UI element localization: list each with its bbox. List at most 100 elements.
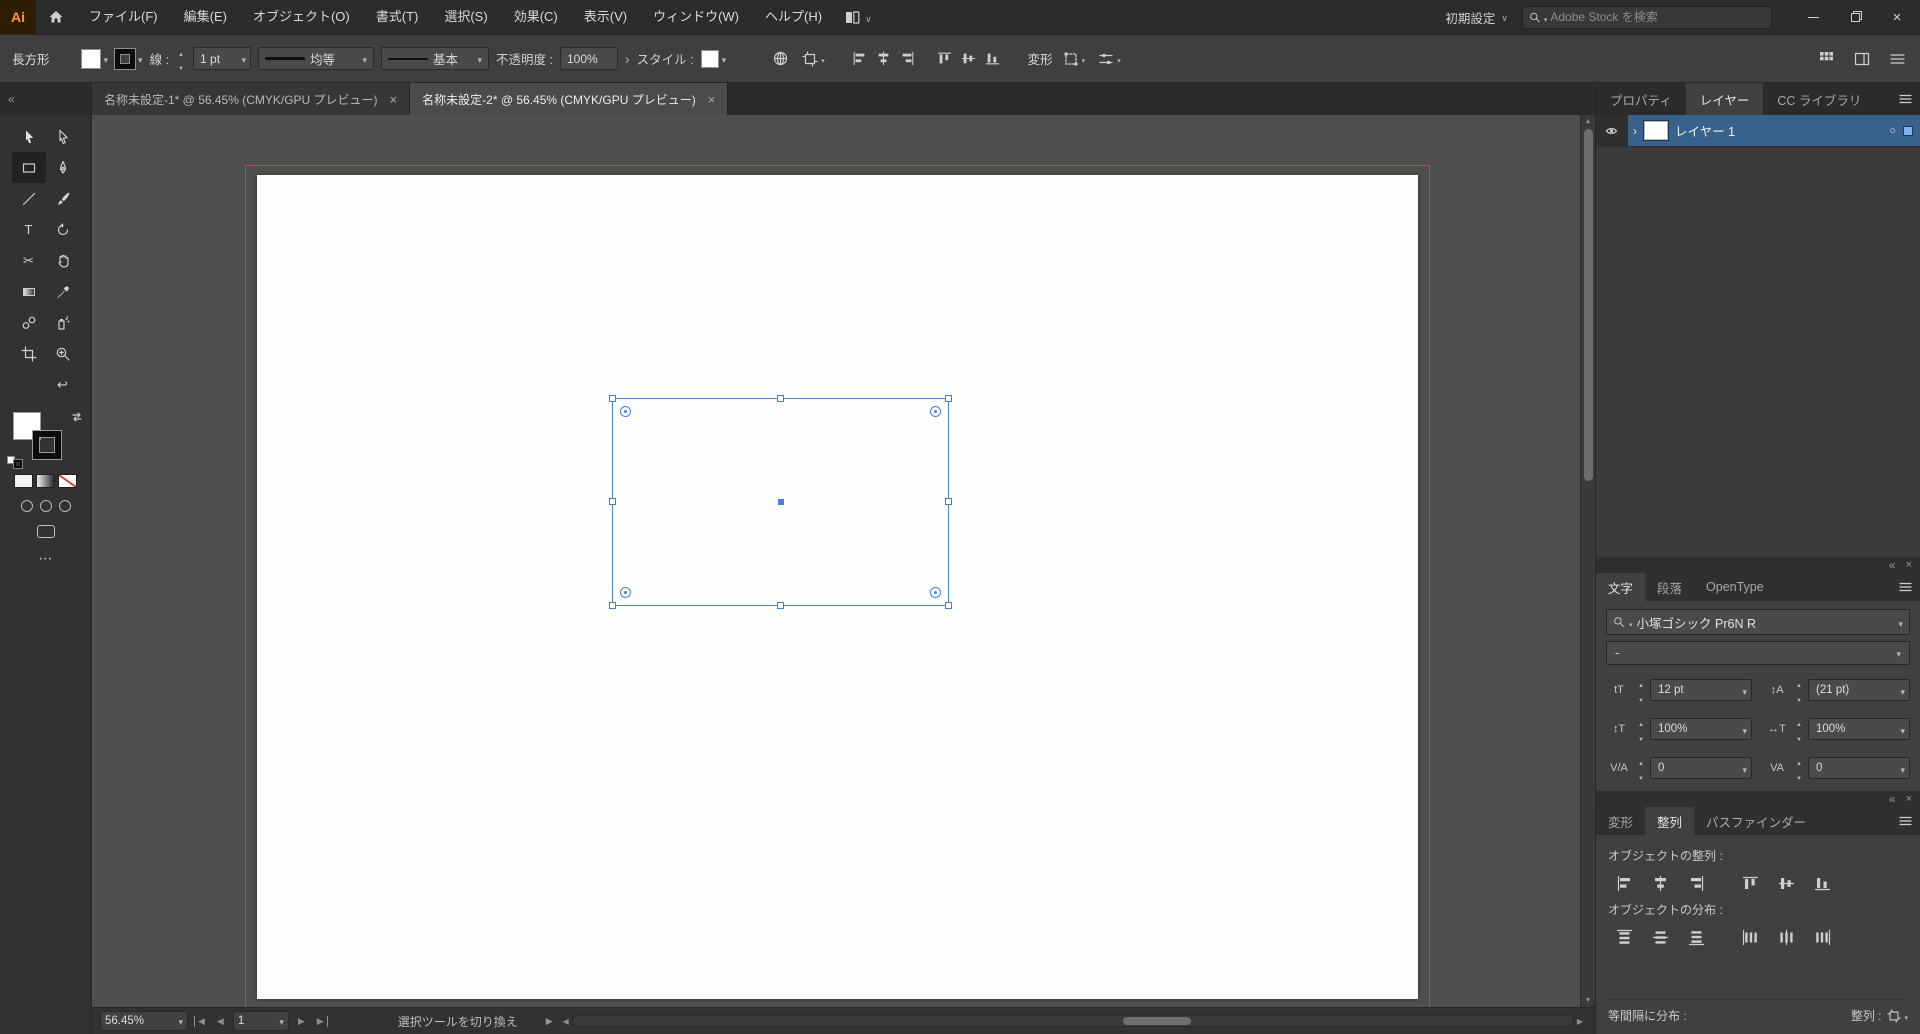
scissors-tool[interactable]: ✂: [12, 245, 46, 276]
corner-widget-sw[interactable]: [620, 587, 631, 598]
tab-align[interactable]: 整列: [1645, 807, 1695, 835]
align-horizontal-left-button[interactable]: [1608, 870, 1640, 897]
none-mode-button[interactable]: [58, 474, 77, 488]
horizontal-scroll-track[interactable]: [571, 1015, 1574, 1027]
stroke-weight-input[interactable]: [198, 51, 240, 66]
tab-properties[interactable]: プロパティ: [1596, 83, 1686, 115]
horizontal-scale-field[interactable]: [1808, 718, 1910, 740]
graphic-style-select[interactable]: [700, 49, 727, 68]
workspace-switcher[interactable]: 初期設定: [1445, 8, 1508, 27]
align-horizontal-center-button[interactable]: [1644, 870, 1676, 897]
menu-file[interactable]: ファイル(F): [76, 0, 171, 34]
distribute-vertical-bottom-button[interactable]: [1680, 924, 1712, 951]
menu-object[interactable]: オブジェクト(O): [240, 0, 363, 34]
distribute-vertical-center-button[interactable]: [1644, 924, 1676, 951]
document-tab-2[interactable]: 名称未設定-2* @ 56.45% (CMYK/GPU プレビュー): [410, 83, 729, 115]
layer-visibility-toggle[interactable]: [1596, 115, 1628, 146]
align-to-selector[interactable]: [799, 48, 828, 70]
type-tool[interactable]: T: [12, 214, 46, 245]
handle-s[interactable]: [776, 602, 784, 609]
font-size-stepper[interactable]: [1636, 675, 1646, 705]
horizontal-scale-stepper[interactable]: [1794, 714, 1804, 744]
brush-definition-select[interactable]: 基本: [381, 47, 490, 70]
zoom-input[interactable]: [105, 1015, 177, 1027]
screen-mode-button[interactable]: [0, 525, 91, 538]
width-profile-select[interactable]: 均等: [258, 47, 375, 70]
dropdown-icon[interactable]: [242, 52, 247, 66]
menu-edit[interactable]: 編集(E): [171, 0, 240, 34]
tab-pathfinder[interactable]: パスファインダー: [1694, 807, 1818, 835]
last-artboard-button[interactable]: [314, 1015, 328, 1027]
scroll-right-icon[interactable]: [1577, 1017, 1583, 1026]
color-mode-button[interactable]: [14, 474, 33, 488]
align-horizontal-left-button[interactable]: [849, 48, 870, 69]
panel-menu-icon[interactable]: [1890, 807, 1920, 835]
selection-tool[interactable]: [12, 121, 46, 152]
align-vertical-bottom-button[interactable]: [1806, 870, 1838, 897]
toolbar-collapse-icon[interactable]: [8, 92, 15, 106]
direct-selection-tool[interactable]: [46, 121, 80, 152]
horizontal-scroll-thumb[interactable]: [1122, 1017, 1191, 1025]
zoom-tool[interactable]: [46, 338, 80, 369]
vertical-scale-input[interactable]: [1655, 723, 1741, 735]
minimize-button[interactable]: [1792, 0, 1834, 34]
panel-menu-icon[interactable]: [1890, 573, 1920, 601]
tab-opentype[interactable]: OpenType: [1694, 573, 1776, 601]
collapse-panel-icon[interactable]: [1889, 558, 1896, 572]
tab-cc-libraries[interactable]: CC ライブラリ: [1763, 83, 1875, 115]
font-size-field[interactable]: [1650, 679, 1752, 701]
pen-tool[interactable]: [46, 152, 80, 183]
rotate-tool[interactable]: [46, 214, 80, 245]
layers-empty-area[interactable]: [1596, 147, 1920, 557]
vertical-scroll-thumb[interactable]: [1584, 129, 1593, 481]
align-to-dropdown[interactable]: [1887, 1008, 1908, 1023]
blend-tool[interactable]: [12, 307, 46, 338]
corner-widget-nw[interactable]: [620, 406, 631, 417]
collapse-panel-icon[interactable]: [1889, 792, 1896, 806]
tracking-stepper[interactable]: [1794, 753, 1804, 783]
artboard-tool[interactable]: [12, 338, 46, 369]
layer-selection-chip[interactable]: [1903, 125, 1913, 136]
align-horizontal-center-button[interactable]: [873, 48, 894, 69]
menu-type[interactable]: 書式(T): [363, 0, 432, 34]
distribute-horizontal-left-button[interactable]: [1734, 924, 1766, 951]
layer-name[interactable]: レイヤー 1: [1675, 121, 1735, 140]
next-artboard-button[interactable]: [295, 1016, 308, 1027]
controlbar-menu-button[interactable]: [1887, 50, 1908, 68]
previous-artboard-button[interactable]: [214, 1016, 227, 1027]
home-button[interactable]: [36, 0, 76, 34]
menu-view[interactable]: 表示(V): [571, 0, 640, 34]
opacity-options-icon[interactable]: [625, 51, 630, 67]
stock-search-box[interactable]: [1522, 5, 1772, 29]
gradient-mode-button[interactable]: [36, 474, 55, 488]
grid-view-button[interactable]: [1816, 48, 1837, 69]
handle-nw[interactable]: [609, 395, 616, 402]
artboard-navigation-select[interactable]: [232, 1011, 289, 1031]
search-input[interactable]: [1550, 10, 1765, 24]
selected-rectangle[interactable]: [609, 395, 952, 609]
gradient-tool[interactable]: [12, 276, 46, 307]
leading-input[interactable]: [1813, 684, 1899, 696]
more-settings-button[interactable]: [1095, 48, 1124, 70]
vertical-scale-stepper[interactable]: [1636, 714, 1646, 744]
document-tab-1[interactable]: 名称未設定-1* @ 56.45% (CMYK/GPU プレビュー): [92, 83, 411, 115]
font-family-select[interactable]: 小塚ゴシック Pr6N R: [1606, 609, 1910, 635]
align-vertical-bottom-button[interactable]: [982, 48, 1003, 69]
align-vertical-center-button[interactable]: [1770, 870, 1802, 897]
symbol-sprayer-tool[interactable]: [46, 307, 80, 338]
menu-select[interactable]: 選択(S): [431, 0, 500, 34]
fill-color-control[interactable]: [80, 48, 109, 69]
arrange-documents-button[interactable]: [835, 0, 882, 34]
draw-normal-button[interactable]: [20, 500, 33, 512]
layer-expand-icon[interactable]: ›: [1633, 124, 1637, 138]
center-point[interactable]: [777, 499, 784, 505]
rotate-view-tool[interactable]: ↩: [46, 369, 80, 400]
corner-widget-se[interactable]: [930, 587, 941, 598]
canvas[interactable]: [92, 115, 1595, 1007]
swap-fill-stroke-icon[interactable]: [71, 411, 83, 423]
tracking-input[interactable]: [1813, 762, 1899, 774]
transform-link[interactable]: 変形: [1028, 49, 1053, 68]
isolate-selection-button[interactable]: [1060, 48, 1089, 70]
scroll-down-icon[interactable]: [1581, 997, 1595, 1004]
paintbrush-tool[interactable]: [46, 183, 80, 214]
